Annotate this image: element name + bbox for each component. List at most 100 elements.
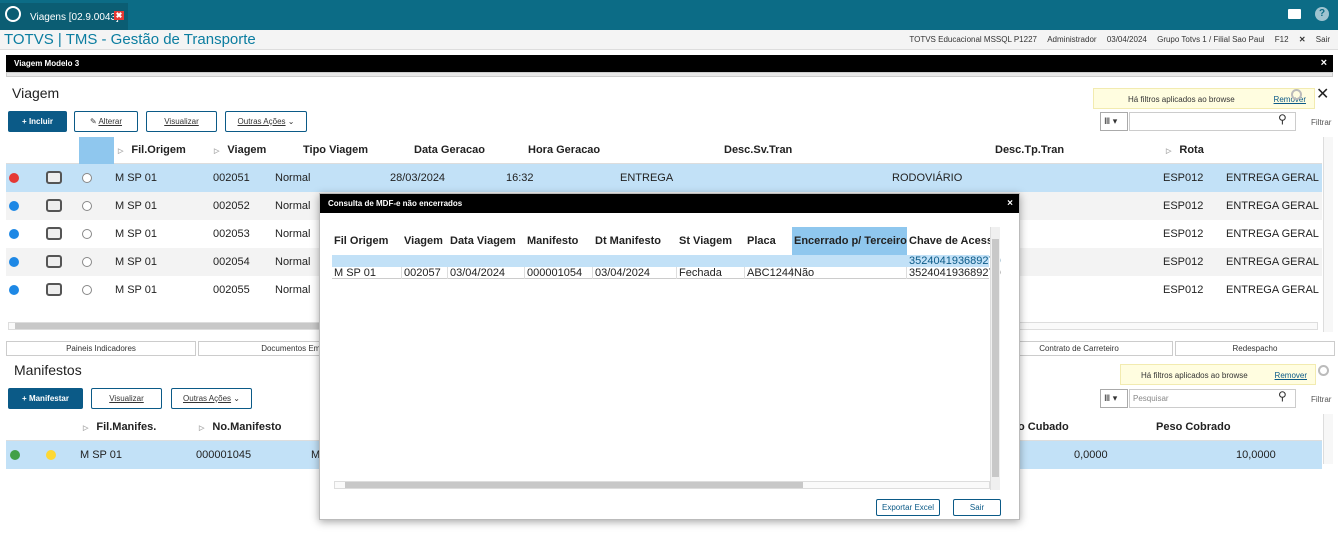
panel-title-bar: Viagem Modelo 3 × — [6, 55, 1333, 72]
viagem-filter-notice: Há filtros aplicados ao browse Remover — [1093, 88, 1315, 109]
viagem-search-input[interactable] — [1129, 112, 1296, 131]
totvs-logo-icon — [5, 6, 21, 22]
col-rota[interactable]: ▷ Rota — [1166, 137, 1204, 165]
row-radio[interactable] — [82, 229, 92, 239]
date-label: 03/04/2024 — [1106, 35, 1147, 44]
modal-grid-header: Fil Origem Viagem Data Viagem Manifesto … — [332, 227, 1000, 255]
col-desc-sv-tran[interactable]: Desc.Sv.Tran — [724, 137, 792, 164]
col-st-viagem[interactable]: St Viagem — [677, 227, 732, 255]
top-bar — [0, 0, 1338, 30]
column-selector[interactable]: Ⅲ ▾ — [1100, 112, 1128, 131]
app-title: TOTVS | TMS - Gestão de Transporte — [4, 31, 256, 48]
status-icon — [10, 450, 20, 460]
mdfe-modal: Consulta de MDF-e não encerrados × Fil Or… — [319, 193, 1020, 520]
col-fil-origem[interactable]: Fil Origem — [332, 227, 388, 255]
col-hora-geracao[interactable]: Hora Geracao — [528, 137, 600, 164]
row-radio[interactable] — [82, 201, 92, 211]
sair-button[interactable]: Sair — [953, 499, 1001, 516]
splitter[interactable] — [6, 72, 1333, 77]
status-icon — [9, 173, 19, 183]
col-data-viagem[interactable]: Data Viagem — [448, 227, 516, 255]
tab-redespacho[interactable]: Redespacho — [1175, 341, 1335, 356]
col-placa[interactable]: Placa — [745, 227, 776, 255]
viagem-title: Viagem — [12, 85, 60, 101]
manifestos-filtrar-link[interactable]: Filtrar — [1311, 395, 1331, 404]
col-chave-acesso[interactable]: Chave de Acesso — [907, 227, 1000, 255]
viagem-filtrar-link[interactable]: Filtrar — [1311, 118, 1331, 127]
panel-close-icon[interactable]: × — [1321, 55, 1327, 72]
mail-icon[interactable] — [1288, 9, 1301, 19]
gear-icon[interactable] — [1291, 89, 1302, 100]
status-icon — [9, 229, 19, 239]
col-fil-manifes[interactable]: ▷ Fil.Manifes. — [83, 414, 156, 442]
col-data-geracao[interactable]: Data Geracao — [414, 137, 485, 164]
status-icon — [9, 201, 19, 211]
tab-paineis-indicadores[interactable]: Paineis Indicadores — [6, 341, 196, 356]
col-desc-tp-tran[interactable]: Desc.Tp.Tran — [995, 137, 1064, 164]
chevron-down-icon: ⌄ — [287, 117, 295, 126]
truck-icon — [46, 199, 62, 212]
row-radio[interactable] — [82, 173, 92, 183]
col-peso-cobrado[interactable]: Peso Cobrado — [1156, 414, 1231, 441]
exit-button[interactable]: ✕ Sair — [1299, 35, 1330, 44]
close-icon[interactable]: ✕ — [1316, 84, 1329, 104]
status-icon — [9, 257, 19, 267]
manifestos-vertical-scrollbar[interactable] — [1323, 414, 1333, 464]
modal-close-icon[interactable]: × — [1007, 194, 1013, 213]
modal-title-bar: Consulta de MDF-e não encerrados × — [320, 194, 1019, 213]
col-no-manifesto[interactable]: ▷ No.Manifesto — [199, 414, 281, 442]
col-viagem[interactable]: Viagem — [402, 227, 443, 255]
viagem-vertical-scrollbar[interactable] — [1323, 137, 1333, 332]
truck-icon — [46, 255, 62, 268]
f12-button[interactable]: F12 — [1275, 35, 1289, 44]
row-radio[interactable] — [82, 257, 92, 267]
session-info: TOTVS Educacional MSSQL P1227 Administra… — [901, 30, 1330, 50]
column-selector[interactable]: Ⅲ ▾ — [1100, 389, 1128, 408]
scroll-thumb[interactable] — [992, 239, 999, 477]
help-icon[interactable]: ? — [1315, 7, 1329, 21]
modal-horizontal-scrollbar[interactable] — [334, 481, 990, 489]
status-icon — [9, 285, 19, 295]
window-tab-title: Viagens [02.9.0043] — [30, 12, 119, 23]
manifestos-outras-acoes-button[interactable]: Outras Ações ⌄ — [171, 388, 252, 409]
col-fil-origem[interactable]: ▷ Fil.Origem — [118, 137, 186, 165]
col-encerrado[interactable]: Encerrado p/ Terceiro — [792, 227, 907, 255]
search-icon[interactable]: ⚲ — [1278, 112, 1287, 126]
col-manifesto[interactable]: Manifesto — [525, 227, 578, 255]
selected-row[interactable]: 352404193689270 — [332, 255, 1001, 267]
modal-title: Consulta de MDF-e não encerrados — [328, 199, 463, 208]
col-tipo-viagem[interactable]: Tipo Viagem — [303, 137, 368, 164]
close-tab-icon[interactable]: ✖ — [114, 11, 124, 20]
visualizar-button[interactable]: Visualizar — [146, 111, 217, 132]
selected-column-header[interactable] — [79, 137, 114, 164]
incluir-button[interactable]: + Incluir — [8, 111, 67, 132]
outras-acoes-button[interactable]: Outras Ações ⌄ — [225, 111, 307, 132]
row-radio[interactable] — [82, 285, 92, 295]
manifestar-button[interactable]: + Manifestar — [8, 388, 83, 409]
gear-icon[interactable] — [1318, 365, 1329, 376]
alterar-button[interactable]: ✎ Alterar — [74, 111, 138, 132]
truck-icon — [46, 171, 62, 184]
truck-icon — [46, 227, 62, 240]
user-label: Administrador — [1047, 35, 1097, 44]
table-row[interactable]: M SP 01 002057 03/04/2024 000001054 03/0… — [332, 267, 1001, 279]
col-dt-manifesto[interactable]: Dt Manifesto — [593, 227, 661, 255]
environment-label: TOTVS Educacional MSSQL P1227 — [909, 35, 1037, 44]
exportar-excel-button[interactable]: Exportar Excel — [876, 499, 940, 516]
modal-vertical-scrollbar[interactable] — [990, 227, 1000, 490]
panel-title: Viagem Modelo 3 — [14, 59, 80, 68]
scroll-thumb[interactable] — [345, 482, 803, 488]
table-row[interactable]: M SP 01 002051 Normal 28/03/2024 16:32 E… — [6, 164, 1322, 192]
col-viagem[interactable]: ▷ Viagem — [214, 137, 266, 165]
edit-icon: ✎ — [89, 117, 97, 126]
search-icon[interactable]: ⚲ — [1278, 389, 1287, 403]
manifestos-remove-filter-link[interactable]: Remover — [1275, 365, 1307, 386]
viagem-grid-header: ▷ Fil.Origem ▷ Viagem Tipo Viagem Data Ger… — [6, 137, 1322, 164]
manifestos-visualizar-button[interactable]: Visualizar — [91, 388, 162, 409]
truck-icon — [46, 283, 62, 296]
status-icon — [46, 450, 56, 460]
manifestos-search-input[interactable]: Pesquisar — [1129, 389, 1296, 408]
branch-label[interactable]: Grupo Totvs 1 / Filial Sao Paul — [1157, 35, 1264, 44]
col-peso-cubado[interactable]: o Cubado — [1018, 414, 1069, 441]
chevron-down-icon: ⌄ — [233, 394, 240, 403]
